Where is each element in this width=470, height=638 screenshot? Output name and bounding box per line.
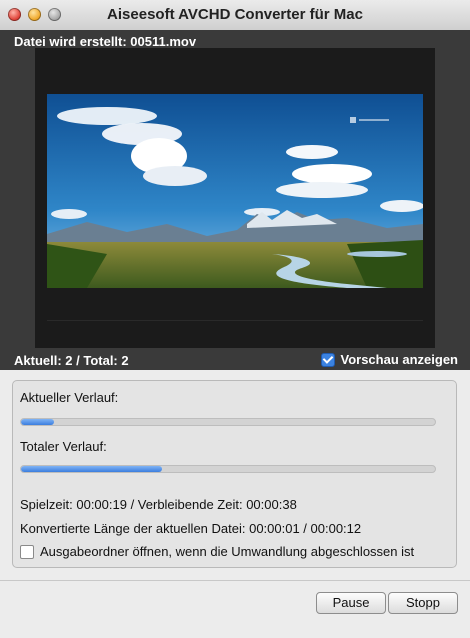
creating-file-label: Datei wird erstellt: 00511.mov	[14, 34, 197, 49]
current-progress-fill	[21, 419, 55, 425]
landscape-preview-picture	[47, 94, 423, 288]
total-progress-fill	[21, 466, 162, 472]
pause-button[interactable]: Pause	[316, 592, 386, 614]
total-progress-label: Totaler Verlauf:	[20, 439, 107, 454]
window-title: Aiseesoft AVCHD Converter für Mac	[107, 6, 363, 23]
frame-divider	[47, 320, 423, 321]
title-bar[interactable]: Aiseesoft AVCHD Converter für Mac	[0, 0, 470, 31]
preview-frame	[35, 48, 435, 348]
current-progress-label: Aktueller Verlauf:	[20, 390, 119, 405]
show-preview-toggle[interactable]: Vorschau anzeigen	[321, 352, 458, 367]
stop-button[interactable]: Stopp	[388, 592, 458, 614]
open-output-folder-option[interactable]: Ausgabeordner öffnen, wenn die Umwandlun…	[20, 544, 414, 559]
open-output-folder-label: Ausgabeordner öffnen, wenn die Umwandlun…	[40, 544, 415, 559]
video-preview-image	[47, 94, 423, 288]
open-output-folder-checkbox[interactable]	[20, 544, 34, 559]
converted-length-text: Konvertierte Länge der aktuellen Datei: …	[20, 521, 362, 536]
show-preview-checkbox[interactable]	[321, 352, 336, 367]
playtime-text: Spielzeit: 00:00:19 / Verbleibende Zeit:…	[20, 497, 297, 512]
preview-section: Datei wird erstellt: 00511.mov Aktuell: …	[0, 30, 470, 370]
total-progress-bar	[20, 465, 436, 473]
divider	[0, 580, 470, 581]
show-preview-label: Vorschau anzeigen	[340, 352, 458, 367]
file-count-label: Aktuell: 2 / Total: 2	[14, 353, 129, 368]
converter-window: Aiseesoft AVCHD Converter für Mac Datei …	[0, 0, 470, 638]
current-progress-bar	[20, 418, 436, 426]
progress-panel: Aktueller Verlauf: Totaler Verlauf: Spie…	[12, 380, 457, 568]
